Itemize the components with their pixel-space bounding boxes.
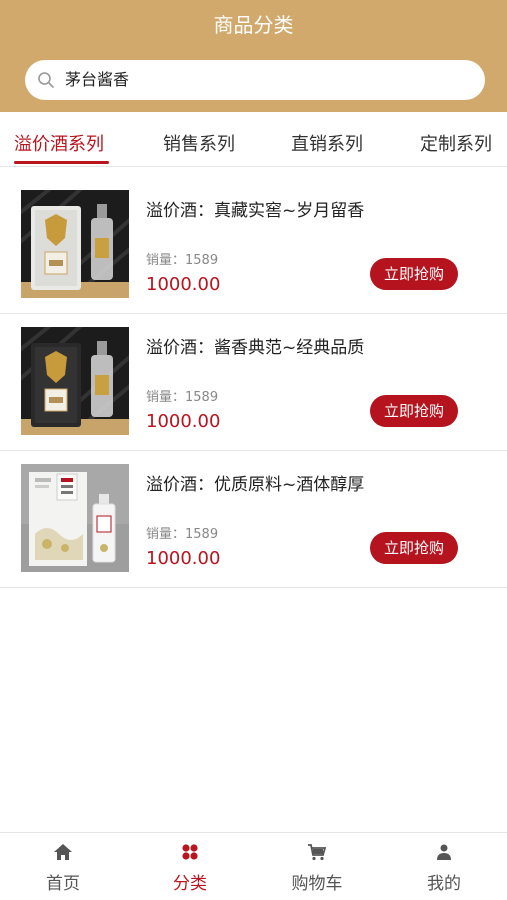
product-image[interactable] [21, 190, 129, 298]
product-sales: 销量：1589 [146, 253, 219, 268]
product-sales: 销量：1589 [146, 390, 219, 405]
tabbar-home-label: 首页 [46, 874, 80, 894]
product-name: 溢价酒：优质原料~酒体醇厚 [146, 475, 365, 495]
product-price: 1000.00 [146, 548, 221, 569]
tab-custom-series[interactable]: 定制系列 [420, 112, 492, 167]
product-item[interactable]: 溢价酒：真藏实窖~岁月留香 销量：1589 1000.00 立即抢购 [0, 178, 507, 314]
product-name: 溢价酒：真藏实窖~岁月留香 [146, 201, 365, 221]
product-price: 1000.00 [146, 274, 221, 295]
product-image[interactable] [21, 464, 129, 572]
tab-direct-series[interactable]: 直销系列 [291, 112, 363, 167]
buy-now-button[interactable]: 立即抢购 [370, 395, 458, 427]
tabbar-mine[interactable]: 我的 [381, 833, 507, 900]
buy-now-button[interactable]: 立即抢购 [370, 532, 458, 564]
bottom-tab-bar: 首页 分类 购物车 我的 [0, 832, 507, 900]
tabbar-cart-label: 购物车 [291, 874, 343, 894]
product-name: 溢价酒：酱香典范~经典品质 [146, 338, 365, 358]
product-item[interactable]: 溢价酒：酱香典范~经典品质 销量：1589 1000.00 立即抢购 [0, 315, 507, 451]
search-input[interactable]: 茅台酱香 [25, 60, 485, 100]
search-icon [38, 72, 54, 88]
product-price: 1000.00 [146, 411, 221, 432]
tabbar-category[interactable]: 分类 [127, 833, 253, 900]
product-item[interactable]: 溢价酒：优质原料~酒体醇厚 销量：1589 1000.00 立即抢购 [0, 452, 507, 588]
tab-sales-series[interactable]: 销售系列 [163, 112, 235, 167]
buy-now-button[interactable]: 立即抢购 [370, 258, 458, 290]
active-tab-indicator [14, 161, 109, 164]
search-query: 茅台酱香 [65, 70, 130, 89]
tabbar-category-label: 分类 [173, 874, 207, 894]
tab-premium-series[interactable]: 溢价酒系列 [14, 112, 104, 167]
header-bar: 商品分类 茅台酱香 [0, 0, 507, 112]
category-icon [182, 844, 198, 860]
tabbar-cart[interactable]: 购物车 [254, 833, 380, 900]
user-icon [437, 844, 451, 860]
product-image[interactable] [21, 327, 129, 435]
page-title: 商品分类 [213, 13, 294, 37]
tabbar-home[interactable]: 首页 [0, 833, 126, 900]
category-tabs: 溢价酒系列 销售系列 直销系列 定制系列 [0, 112, 507, 167]
product-sales: 销量：1589 [146, 527, 219, 542]
home-icon [54, 844, 72, 860]
tabbar-mine-label: 我的 [427, 874, 461, 894]
cart-icon [308, 844, 327, 861]
